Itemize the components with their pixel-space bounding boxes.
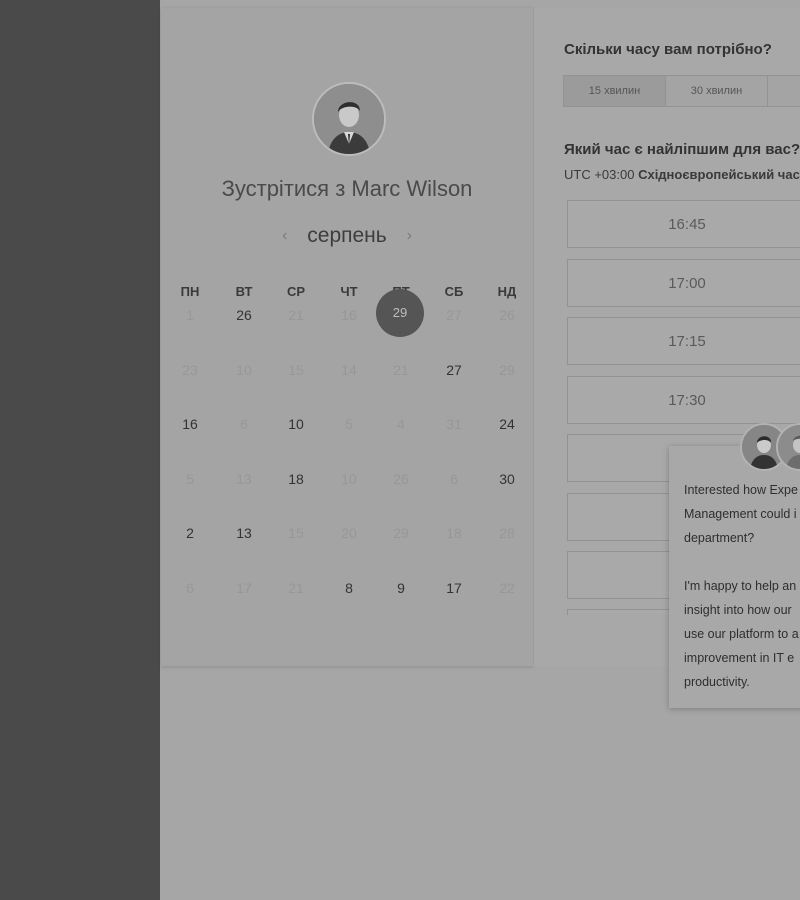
calendar-day[interactable]: 26: [224, 306, 264, 324]
chat-popup-line: use our platform to a: [684, 627, 799, 641]
calendar-day: 26: [499, 307, 515, 323]
calendar-day: 10: [341, 471, 357, 487]
weekday-3: ЧТ: [340, 284, 358, 299]
weekday-5: СБ: [444, 284, 464, 299]
month-navigator: ‹ серпень ›: [161, 224, 533, 248]
calendar-day: 18: [446, 525, 462, 541]
calendar-day: 23: [182, 362, 198, 378]
calendar-day: 6: [450, 471, 458, 487]
calendar-day[interactable]: 2: [170, 524, 210, 542]
calendar-day: 21: [288, 307, 304, 323]
chat-popup-message: Interested how Expe Management could i dep…: [684, 478, 800, 694]
duration-option-30[interactable]: 30 хвилин: [666, 76, 768, 106]
calendar-day: 1: [186, 307, 194, 323]
chat-popup-line: department?: [684, 531, 755, 545]
calendar-day[interactable]: 16: [170, 415, 210, 433]
calendar-day: 5: [345, 416, 353, 432]
weekday-6: НД: [497, 284, 517, 299]
calendar-day: 17: [236, 580, 252, 596]
chat-popup-line: productivity.: [684, 675, 750, 689]
chat-popup-line: I'm happy to help an: [684, 579, 797, 593]
duration-option-more[interactable]: [768, 76, 800, 106]
calendar-day: 27: [446, 307, 462, 323]
calendar-day: 10: [236, 362, 252, 378]
calendar-day: 20: [341, 525, 357, 541]
calendar-day: 5: [186, 471, 194, 487]
calendar-day[interactable]: 9: [381, 579, 421, 597]
timezone-offset: UTC +03:00: [564, 167, 635, 182]
calendar-day: 31: [446, 416, 462, 432]
selected-day[interactable]: 29: [376, 289, 424, 337]
duration-option-15[interactable]: 15 хвилин: [564, 76, 666, 106]
calendar-day[interactable]: 24: [487, 415, 527, 433]
meet-title: Зустрітися з Marc Wilson: [221, 176, 473, 201]
duration-question: Скільки часу вам потрібно?: [564, 41, 772, 58]
calendar-day[interactable]: 18: [276, 470, 316, 488]
timezone-name: Східноєвропейський час: [638, 167, 800, 182]
calendar-day[interactable]: 17: [434, 579, 474, 597]
calendar-day: 4: [397, 416, 405, 432]
weekday-2: СР: [286, 284, 306, 299]
month-label: серпень: [307, 224, 387, 247]
time-question: Який час є найліпшим для вас?: [564, 141, 800, 158]
calendar-day[interactable]: 27: [434, 361, 474, 379]
chat-popup-line: improvement in IT e: [684, 651, 795, 665]
calendar-day[interactable]: 30: [487, 470, 527, 488]
calendar-day: 15: [288, 362, 304, 378]
chat-popup-line: Management could i: [684, 507, 797, 521]
calendar-day: 28: [499, 525, 515, 541]
weekday-1: ВТ: [235, 284, 253, 299]
calendar-day: 21: [393, 362, 409, 378]
time-slot-button[interactable]: 16:45: [567, 200, 800, 248]
calendar-day[interactable]: 8: [329, 579, 369, 597]
calendar-day: 29: [499, 362, 515, 378]
calendar-day: 15: [288, 525, 304, 541]
calendar-day: 6: [240, 416, 248, 432]
calendar-day[interactable]: 13: [224, 524, 264, 542]
duration-selector: 15 хвилин 30 хвилин: [563, 75, 800, 107]
sidebar: [0, 0, 160, 900]
calendar-day: 14: [341, 362, 357, 378]
chevron-right-icon[interactable]: ›: [407, 227, 412, 245]
chat-popup-line: Interested how Expe: [684, 483, 798, 497]
chat-popup-line: [684, 550, 800, 574]
calendar-day: 13: [236, 471, 252, 487]
chat-popup-line: insight into how our: [684, 603, 792, 617]
time-slot-button[interactable]: 17:00: [567, 259, 800, 307]
time-slot-button[interactable]: 17:15: [567, 317, 800, 365]
calendar-day: 22: [499, 580, 515, 596]
weekday-0: ПН: [180, 284, 200, 299]
host-avatar: [312, 82, 386, 156]
calendar-day: 16: [341, 307, 357, 323]
calendar-day[interactable]: 10: [276, 415, 316, 433]
calendar-day: 26: [393, 471, 409, 487]
timezone-label: UTC +03:00 Східноєвропейський час: [564, 167, 800, 182]
chevron-left-icon[interactable]: ‹: [282, 227, 287, 245]
calendar-day: 29: [393, 525, 409, 541]
time-slot-button[interactable]: 17:30: [567, 376, 800, 424]
calendar-day: 6: [186, 580, 194, 596]
calendar-day: 21: [288, 580, 304, 596]
